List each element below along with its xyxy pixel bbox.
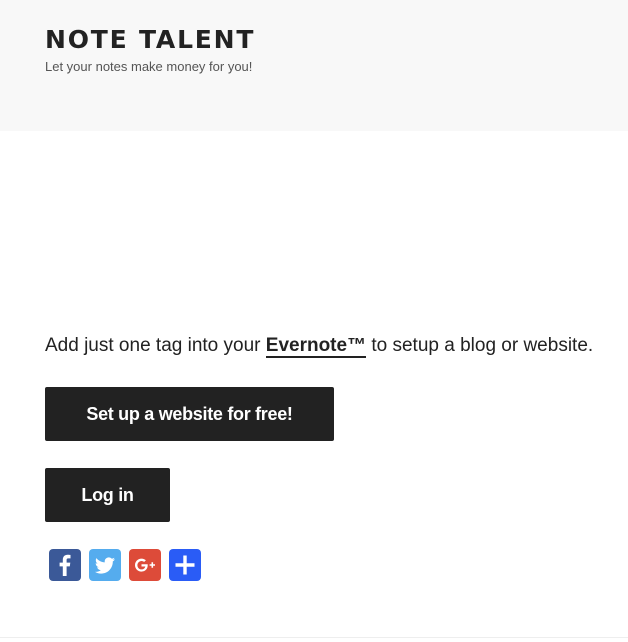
share-plus-icon	[175, 555, 195, 575]
twitter-icon	[94, 557, 115, 574]
site-tagline: Let your notes make money for you!	[45, 59, 253, 74]
login-button[interactable]: Log in	[45, 468, 170, 522]
intro-text-before: Add just one tag into your	[45, 335, 266, 356]
page: NOTE TALENT Let your notes make money fo…	[0, 0, 628, 642]
footer-divider	[0, 637, 628, 638]
google-plus-share-button[interactable]	[129, 549, 161, 581]
share-more-button[interactable]	[169, 549, 201, 581]
facebook-icon	[59, 554, 71, 576]
setup-website-button[interactable]: Set up a website for free!	[45, 387, 334, 441]
facebook-share-button[interactable]	[49, 549, 81, 581]
intro-text-after: to setup a blog or website.	[366, 335, 594, 356]
twitter-share-button[interactable]	[89, 549, 121, 581]
site-title[interactable]: NOTE TALENT	[45, 24, 255, 56]
google-plus-icon	[135, 558, 155, 572]
evernote-link[interactable]: Evernote™	[265, 335, 367, 358]
site-header: NOTE TALENT Let your notes make money fo…	[0, 0, 628, 131]
social-share-bar	[49, 549, 201, 581]
intro-text: Add just one tag into your Evernote™ to …	[45, 333, 593, 359]
